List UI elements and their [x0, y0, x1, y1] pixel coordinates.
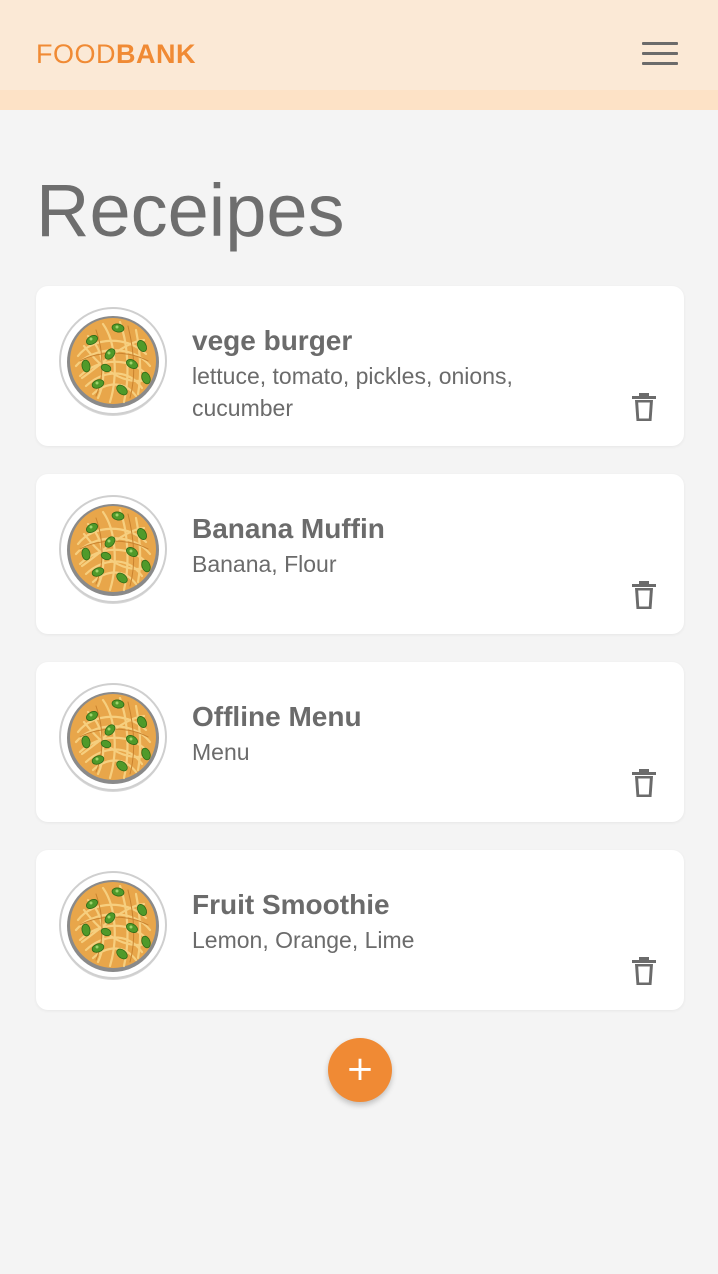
- brand-logo[interactable]: FOODBANK: [36, 38, 196, 70]
- recipe-card[interactable]: Offline Menu Menu: [36, 662, 684, 822]
- noodle-bowl-icon: [58, 306, 168, 416]
- page-title: Receipes: [36, 169, 345, 252]
- noodle-bowl-icon: [58, 870, 168, 980]
- menu-line: [642, 52, 678, 55]
- recipe-title: Offline Menu: [192, 701, 362, 732]
- noodle-bowl-icon: [58, 494, 168, 604]
- add-recipe-button[interactable]: +: [328, 1038, 392, 1102]
- recipe-card[interactable]: vege burger lettuce, tomato, pickles, on…: [36, 286, 684, 446]
- menu-line: [642, 42, 678, 45]
- recipe-card[interactable]: Banana Muffin Banana, Flour: [36, 474, 684, 634]
- trash-icon[interactable]: [632, 956, 656, 986]
- recipe-title: vege burger: [192, 325, 353, 356]
- recipe-ingredients: Menu: [192, 739, 250, 765]
- recipe-title: Fruit Smoothie: [192, 889, 390, 920]
- brand-logo-light: FOOD: [36, 39, 116, 69]
- brand-logo-bold: BANK: [116, 39, 196, 69]
- trash-icon[interactable]: [632, 392, 656, 422]
- top-nav-bar: FOODBANK: [0, 0, 718, 110]
- plus-icon: +: [345, 1049, 375, 1089]
- recipe-title: Banana Muffin: [192, 513, 385, 544]
- trash-icon[interactable]: [632, 768, 656, 798]
- recipe-card[interactable]: Fruit Smoothie Lemon, Orange, Lime: [36, 850, 684, 1010]
- recipe-list: vege burger lettuce, tomato, pickles, on…: [36, 286, 684, 1038]
- recipe-ingredients: Banana, Flour: [192, 551, 337, 577]
- recipe-ingredients: lettuce, tomato, pickles, onions, cucumb…: [192, 363, 513, 421]
- hamburger-menu-icon[interactable]: [640, 40, 680, 68]
- menu-line: [642, 62, 678, 65]
- trash-icon[interactable]: [632, 580, 656, 610]
- noodle-bowl-icon: [58, 682, 168, 792]
- recipe-ingredients: Lemon, Orange, Lime: [192, 927, 415, 953]
